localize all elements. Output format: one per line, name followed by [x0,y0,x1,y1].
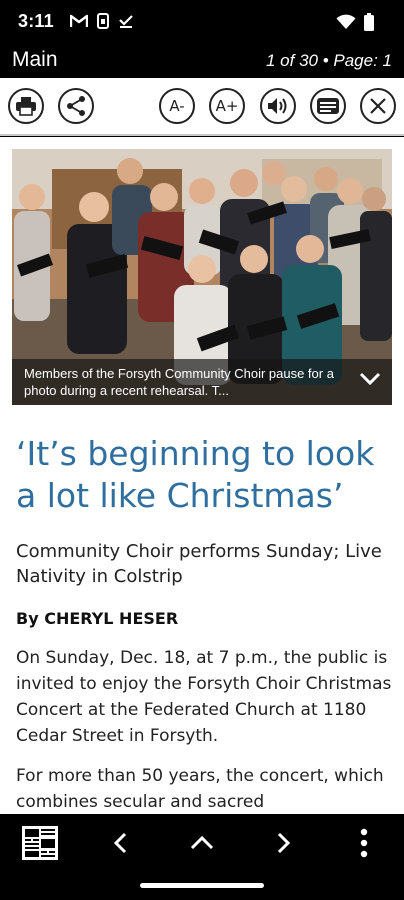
close-icon [370,98,386,114]
photo-caption: Members of the Forsyth Community Choir p… [24,366,334,398]
gmail-icon [70,14,88,27]
title-bar: Main 1 of 30 • Page: 1 [0,44,404,78]
status-time: 3:11 [18,11,54,31]
chevron-right-icon [277,832,291,854]
speaker-icon [268,98,287,114]
increase-font-label: A+ [215,97,239,115]
share-icon [67,96,85,116]
decrease-font-button[interactable]: A- [159,88,195,124]
article-paragraph: For more than 50 years, the concert, whi… [16,766,384,812]
page-thumbnail-icon [22,826,58,860]
article-subhead: Community Choir performs Sunday; Live Na… [16,541,382,587]
article-paragraph: On Sunday, Dec. 18, at 7 p.m., the publi… [16,648,392,746]
gesture-navigation-area [0,872,404,900]
sim-icon [97,13,109,29]
article-byline: By CHERYL HESER [16,609,179,628]
share-button[interactable] [58,88,94,124]
status-system-icons [336,13,374,31]
printer-icon [16,97,36,116]
article-icon [317,98,339,114]
article-toolbar: A- A+ [0,78,404,136]
chevron-left-icon [113,832,127,854]
read-aloud-button[interactable] [260,88,296,124]
chevron-down-icon[interactable] [358,371,382,387]
article-content[interactable]: Members of the Forsyth Community Choir p… [0,137,404,814]
previous-article-button[interactable] [101,823,141,863]
photo-caption-bar[interactable]: Members of the Forsyth Community Choir p… [12,359,392,405]
section-title: Main [12,48,58,71]
page-thumbnail-button[interactable] [20,823,60,863]
status-bar: 3:11 [0,0,404,44]
increase-font-button[interactable]: A+ [209,88,245,124]
decrease-font-label: A- [169,97,185,115]
check-icon [119,15,133,28]
more-vertical-icon [360,828,368,858]
status-notification-icons [70,13,134,29]
page-indicator: 1 of 30 • Page: 1 [266,51,392,70]
battery-icon [364,13,374,31]
text-view-button[interactable] [310,88,346,124]
article-headline: ‘It’s beginning to look a lot like Chris… [16,434,375,515]
close-button[interactable] [360,88,396,124]
article-photo[interactable]: Members of the Forsyth Community Choir p… [12,149,392,405]
next-article-button[interactable] [263,823,303,863]
bottom-navigation [0,814,404,872]
home-gesture-pill[interactable] [140,883,264,888]
print-button[interactable] [8,88,44,124]
more-options-button[interactable] [344,823,384,863]
wifi-icon [336,14,356,29]
chevron-up-icon [190,835,214,850]
up-button[interactable] [182,823,222,863]
